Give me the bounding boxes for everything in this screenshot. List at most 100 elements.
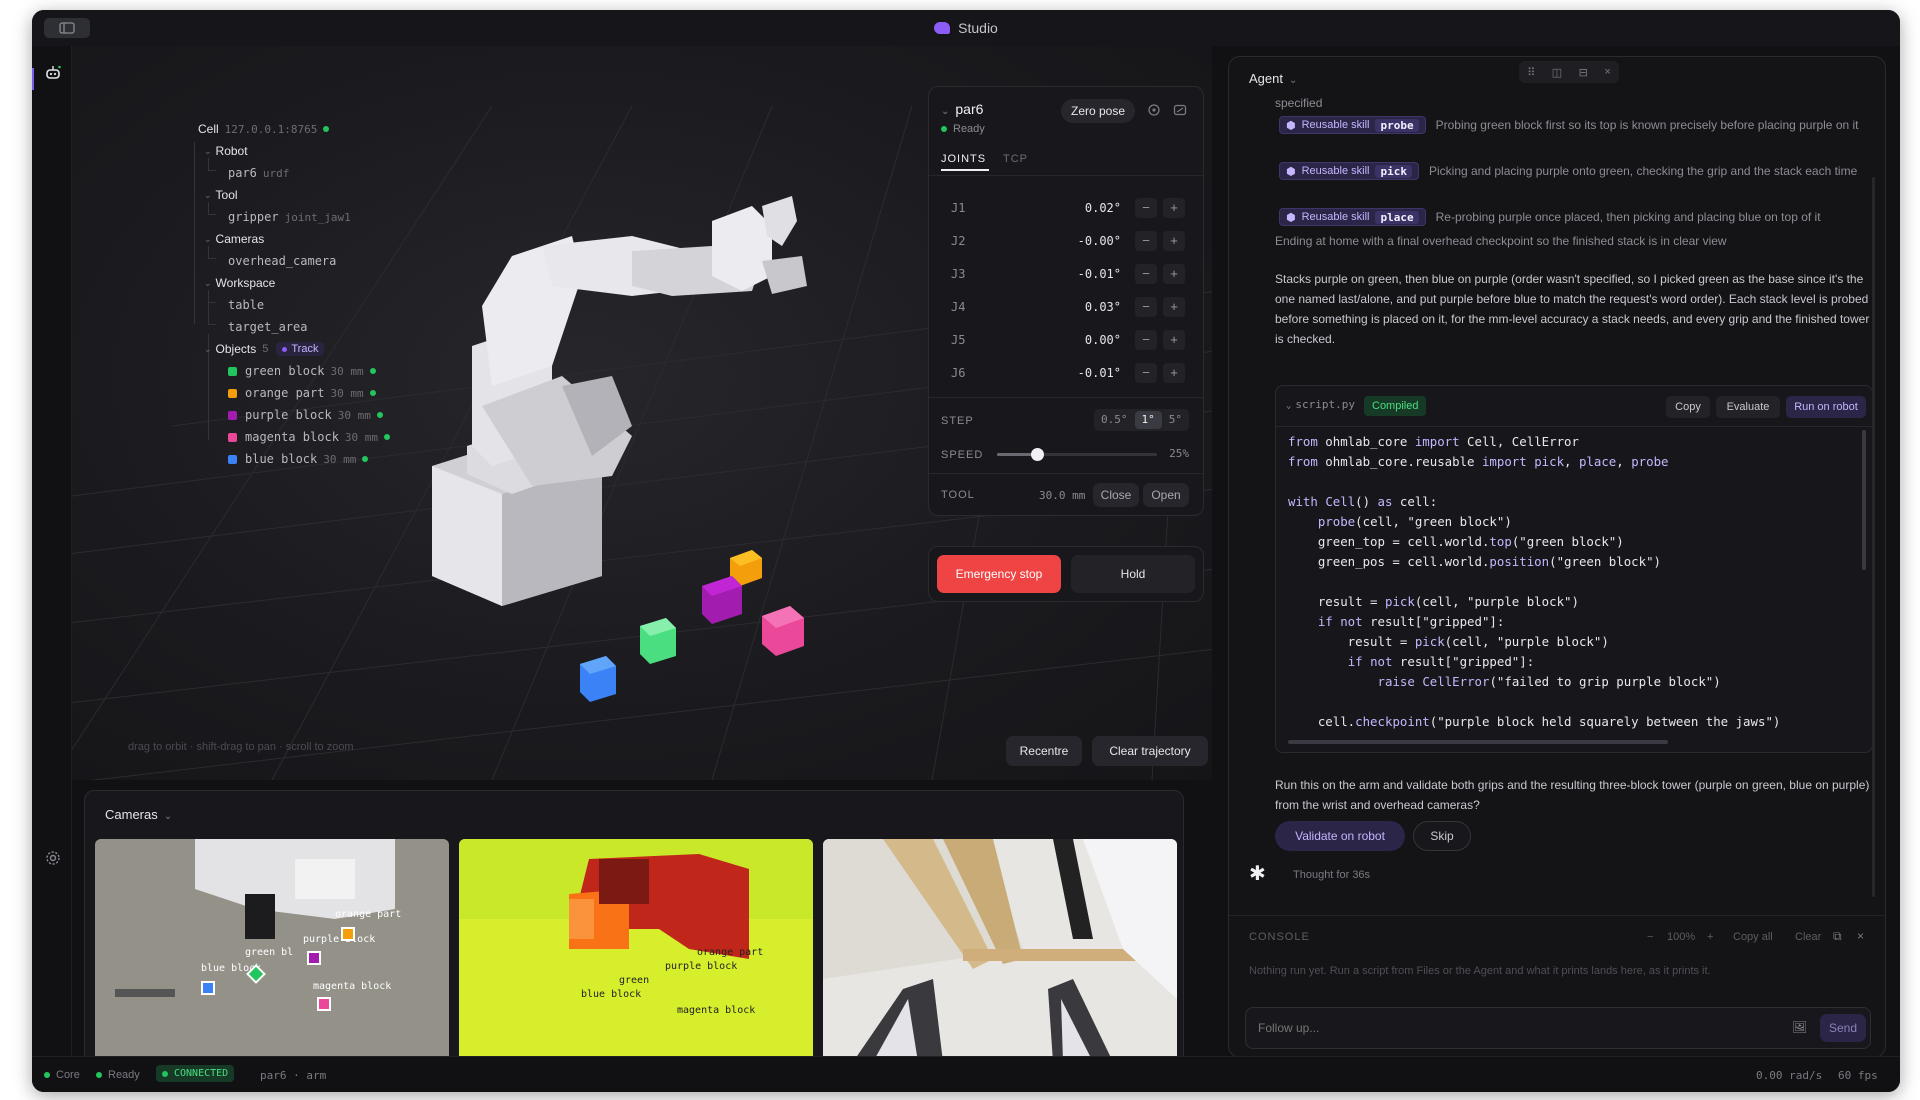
settings-gear-icon[interactable] — [44, 850, 62, 868]
tree-objects[interactable]: ⌄ Objects 5 Track — [204, 342, 325, 356]
status-connected-badge[interactable]: CONNECTED — [156, 1065, 235, 1082]
console-clear[interactable]: Clear — [1795, 931, 1821, 943]
camera-feed-wrist[interactable] — [823, 839, 1177, 1062]
console-copy-all[interactable]: Copy all — [1733, 931, 1773, 943]
tree-object-row[interactable]: orange part 30 mm — [228, 386, 376, 400]
agent-scrollbar[interactable] — [1872, 177, 1875, 897]
speed-slider-handle[interactable] — [1031, 448, 1044, 461]
tree-object-row[interactable]: purple block 30 mm — [228, 408, 383, 422]
tree-item-par6[interactable]: par6 urdf — [228, 166, 289, 180]
code-vertical-scrollbar[interactable] — [1862, 430, 1866, 570]
block-blue — [580, 656, 616, 702]
cube-icon: ⬢ — [1286, 119, 1296, 132]
jog-robot-name[interactable]: ⌄ par6 — [941, 101, 983, 117]
track-badge[interactable]: Track — [276, 342, 325, 356]
joint-decrement-button[interactable]: − — [1135, 297, 1157, 317]
tree-item-overhead-camera[interactable]: overhead_camera — [228, 254, 336, 268]
evaluate-button[interactable]: Evaluate — [1716, 396, 1780, 418]
object-swatch — [228, 410, 237, 420]
speed-slider[interactable] — [997, 448, 1157, 461]
cameras-panel: Cameras ⌄ orange part purple block green … — [84, 790, 1184, 1066]
clear-trajectory-button[interactable]: Clear trajectory — [1092, 736, 1208, 766]
tab-tcp[interactable]: TCP — [1003, 153, 1028, 165]
tree-item-gripper[interactable]: gripper joint_jaw1 — [228, 210, 351, 224]
reusable-skill-badge[interactable]: ⬢ Reusable skill place — [1279, 208, 1426, 226]
sidebar-toggle-button[interactable] — [44, 18, 90, 38]
skill-step-pick: ⬢ Reusable skill pick Picking and placing … — [1279, 161, 1879, 181]
attach-image-icon[interactable]: 🖼 — [1792, 1020, 1807, 1034]
tree-object-row[interactable]: blue block 30 mm — [228, 452, 369, 466]
detection-label: orange part — [697, 947, 764, 958]
agent-title[interactable]: Agent ⌄ — [1249, 71, 1297, 86]
skip-button[interactable]: Skip — [1413, 821, 1471, 851]
joint-increment-button[interactable]: + — [1163, 363, 1185, 383]
cameras-title[interactable]: Cameras ⌄ — [105, 807, 172, 822]
run-on-robot-button[interactable]: Run on robot — [1786, 396, 1866, 418]
joint-decrement-button[interactable]: − — [1135, 330, 1157, 350]
code-filename[interactable]: ⌄ script.py — [1286, 398, 1355, 411]
tree-object-row[interactable]: magenta block 30 mm — [228, 430, 391, 444]
joint-decrement-button[interactable]: − — [1135, 198, 1157, 218]
console-zoom-in[interactable]: + — [1707, 931, 1713, 943]
follow-up-input[interactable] — [1258, 1018, 1678, 1038]
joint-increment-button[interactable]: + — [1163, 264, 1185, 284]
robot-icon[interactable] — [44, 64, 62, 82]
tree-workspace[interactable]: ⌄ Workspace — [204, 276, 275, 290]
joint-increment-button[interactable]: + — [1163, 297, 1185, 317]
close-icon[interactable]: × — [1604, 66, 1610, 78]
skill-description: Picking and placing purple onto green, c… — [1428, 164, 1858, 178]
copy-button[interactable]: Copy — [1666, 396, 1710, 418]
cube-icon: ⬢ — [1286, 165, 1296, 178]
reusable-skill-badge[interactable]: ⬢ Reusable skill probe — [1279, 116, 1426, 134]
app-logo-icon — [934, 22, 951, 34]
joint-decrement-button[interactable]: − — [1135, 363, 1157, 383]
tree-item-table[interactable]: table — [228, 298, 264, 312]
agent-question: Run this on the arm and validate both gr… — [1275, 778, 1870, 812]
validate-on-robot-button[interactable]: Validate on robot — [1275, 821, 1405, 851]
status-ready[interactable]: Ready — [96, 1069, 140, 1081]
joint-increment-button[interactable]: + — [1163, 198, 1185, 218]
agent-message-fragment: specified — [1275, 96, 1323, 110]
thought-duration[interactable]: Thought for 36s — [1293, 865, 1370, 885]
camera-feed-overhead[interactable]: orange part purple block green bl blue b… — [95, 839, 449, 1062]
joint-increment-button[interactable]: + — [1163, 330, 1185, 350]
tool-close-button[interactable]: Close — [1093, 483, 1139, 507]
zero-pose-button[interactable]: Zero pose — [1061, 99, 1135, 123]
tree-object-row[interactable]: green block 30 mm — [228, 364, 376, 378]
step-option-selected[interactable]: 1° — [1134, 411, 1162, 429]
code-editor[interactable]: from ohmlab_core import Cell, CellError … — [1288, 432, 1780, 732]
tree-cell[interactable]: Cell 127.0.0.1:8765 — [198, 122, 330, 136]
step-option[interactable]: 0.5° — [1094, 411, 1135, 429]
tree-item-target-area[interactable]: target_area — [228, 320, 307, 334]
camera-feed-depth[interactable]: orange part purple block green blue bloc… — [459, 839, 813, 1062]
joint-decrement-button[interactable]: − — [1135, 231, 1157, 251]
target-icon[interactable] — [1147, 103, 1161, 122]
status-bar: Core Ready CONNECTED par6 · arm 0.00 rad… — [32, 1056, 1900, 1092]
joint-increment-button[interactable]: + — [1163, 231, 1185, 251]
joint-decrement-button[interactable]: − — [1135, 264, 1157, 284]
status-core[interactable]: Core — [44, 1069, 80, 1081]
code-horizontal-scrollbar[interactable] — [1288, 740, 1668, 744]
drag-handle-icon[interactable]: ⠿ — [1527, 66, 1535, 79]
tab-joints[interactable]: JOINTS — [941, 153, 986, 165]
console-zoom-out[interactable]: − — [1647, 931, 1653, 943]
tree-robot[interactable]: ⌄ Robot — [204, 144, 248, 158]
tree-cameras[interactable]: ⌄ Cameras — [204, 232, 264, 246]
speed-label: SPEED — [941, 449, 984, 461]
console-close-icon[interactable]: × — [1857, 929, 1864, 943]
emergency-stop-button[interactable]: Emergency stop — [937, 555, 1061, 593]
step-selector[interactable]: 0.5° 1° 5° — [1094, 409, 1189, 431]
hold-button[interactable]: Hold — [1071, 555, 1195, 593]
step-option[interactable]: 5° — [1162, 411, 1189, 429]
tool-open-button[interactable]: Open — [1143, 483, 1189, 507]
tab-active-underline — [941, 169, 989, 171]
jog-status: Ready — [941, 123, 985, 135]
camera-view-icon[interactable] — [1173, 103, 1187, 122]
tree-tool[interactable]: ⌄ Tool — [204, 188, 238, 202]
popout-icon[interactable]: ⧉ — [1833, 929, 1842, 944]
split-vertical-icon[interactable]: ◫ — [1552, 66, 1562, 79]
recentre-button[interactable]: Recentre — [1006, 736, 1082, 766]
split-horizontal-icon[interactable]: ⊟ — [1579, 66, 1588, 79]
reusable-skill-badge[interactable]: ⬢ Reusable skill pick — [1279, 162, 1419, 180]
send-button[interactable]: Send — [1820, 1014, 1866, 1042]
